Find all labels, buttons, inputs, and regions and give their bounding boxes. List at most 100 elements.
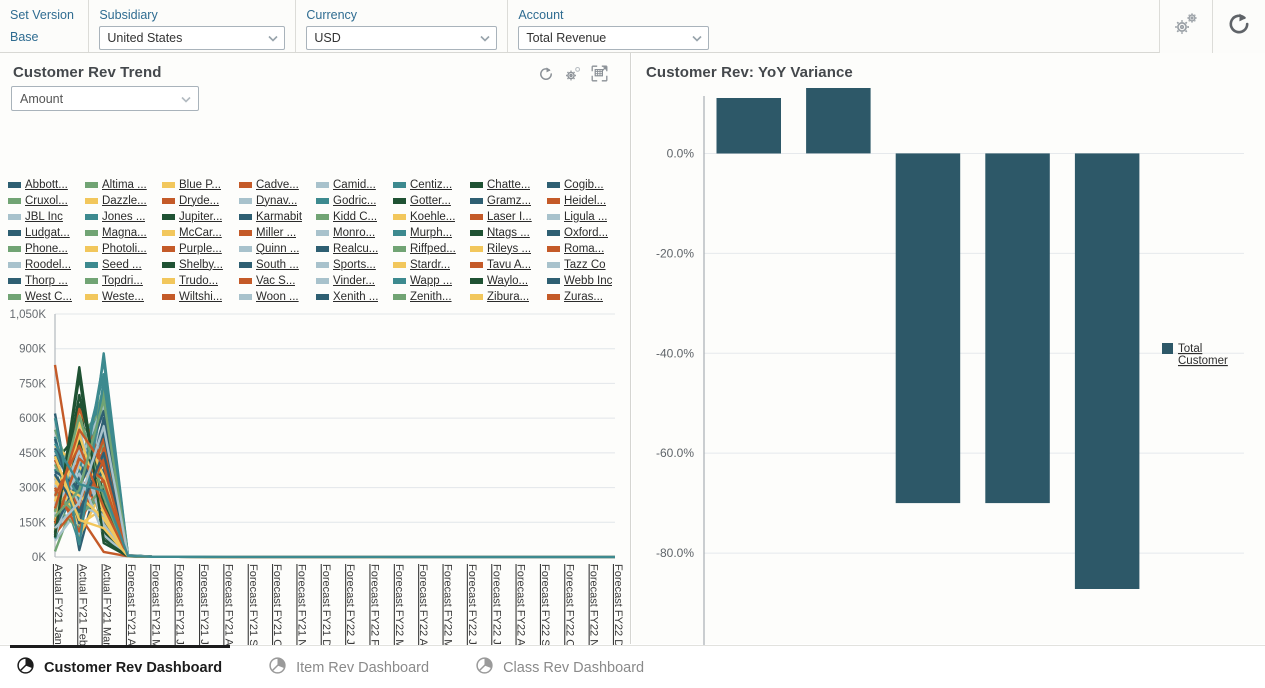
- legend-item[interactable]: Karmabit: [239, 209, 316, 224]
- legend-item[interactable]: Gotter...: [393, 193, 470, 208]
- legend-item[interactable]: Dryde...: [162, 193, 239, 208]
- legend-item[interactable]: Roodel...: [8, 257, 85, 272]
- legend-item[interactable]: Topdri...: [85, 273, 162, 288]
- x-axis-tick-label[interactable]: Forecast FY21 Oct: [271, 564, 283, 656]
- legend-item[interactable]: Dazzle...: [85, 193, 162, 208]
- legend-item[interactable]: Sports...: [316, 257, 393, 272]
- legend-label: Wapp ...: [410, 274, 453, 287]
- right-panel-title: Customer Rev: YoY Variance: [646, 64, 853, 81]
- legend-item[interactable]: Godric...: [316, 193, 393, 208]
- legend-item[interactable]: Oxford...: [547, 225, 624, 240]
- bar[interactable]: [895, 153, 961, 504]
- account-select[interactable]: Total Revenue: [518, 26, 710, 50]
- legend-item[interactable]: Monro...: [316, 225, 393, 240]
- legend-item[interactable]: Roma...: [547, 241, 624, 256]
- legend-item[interactable]: Thorp ...: [8, 273, 85, 288]
- tab-item-rev-dashboard[interactable]: Item Rev Dashboard: [262, 646, 451, 688]
- legend-item[interactable]: Trudo...: [162, 273, 239, 288]
- legend-item[interactable]: Cruxol...: [8, 193, 85, 208]
- tab-class-rev-dashboard[interactable]: Class Rev Dashboard: [469, 646, 666, 688]
- legend-item[interactable]: Kidd C...: [316, 209, 393, 224]
- legend-item[interactable]: Vinder...: [316, 273, 393, 288]
- legend-item[interactable]: Tazz Co: [547, 257, 624, 272]
- refresh-button[interactable]: [1212, 0, 1265, 53]
- x-axis-tick-label[interactable]: Forecast FY21 Jul: [198, 564, 210, 653]
- legend-item[interactable]: Magna...: [85, 225, 162, 240]
- legend-item[interactable]: Miller ...: [239, 225, 316, 240]
- legend-swatch: [547, 229, 560, 236]
- measure-select[interactable]: Amount: [11, 86, 199, 111]
- legend-item[interactable]: Webb Inc: [547, 273, 624, 288]
- dashboard-tab-bar: Customer Rev Dashboard Item Rev Dashboard…: [0, 645, 1265, 688]
- legend-item[interactable]: Wapp ...: [393, 273, 470, 288]
- legend-item[interactable]: Ligula ...: [547, 209, 624, 224]
- currency-select[interactable]: USD: [306, 26, 498, 50]
- x-axis-tick-label[interactable]: Forecast FY22 Jul: [490, 564, 502, 653]
- gear-icon[interactable]: [564, 66, 581, 87]
- x-axis-tick-label[interactable]: Forecast FY21 Apr: [125, 564, 137, 656]
- legend-item[interactable]: Riffped...: [393, 241, 470, 256]
- legend-item[interactable]: Quinn ...: [239, 241, 316, 256]
- legend-item[interactable]: Ludgat...: [8, 225, 85, 240]
- legend-item[interactable]: Cogib...: [547, 177, 624, 192]
- bar[interactable]: [716, 98, 782, 154]
- legend-label: Realcu...: [333, 242, 379, 255]
- x-axis-tick-label[interactable]: Forecast FY22 Oct: [563, 564, 575, 656]
- refresh-icon: [1226, 11, 1252, 42]
- legend-item[interactable]: JBL Inc: [8, 209, 85, 224]
- legend-item[interactable]: McCar...: [162, 225, 239, 240]
- x-axis-tick-label[interactable]: Forecast FY22 Apr: [417, 564, 429, 656]
- legend-item[interactable]: Realcu...: [316, 241, 393, 256]
- legend-item[interactable]: Centiz...: [393, 177, 470, 192]
- legend-item[interactable]: Rileys ...: [470, 241, 547, 256]
- x-axis-tick-label[interactable]: Forecast FY22 Jan: [344, 564, 356, 657]
- x-axis-tick-label[interactable]: Actual FY21 Jan: [52, 564, 64, 645]
- trend-line: [53, 409, 615, 559]
- legend-item[interactable]: Heidel...: [547, 193, 624, 208]
- bar[interactable]: [1074, 153, 1140, 589]
- bar[interactable]: [985, 153, 1050, 504]
- x-axis-tick-label[interactable]: Forecast FY21 Jun: [174, 564, 186, 657]
- legend-item[interactable]: Gramz...: [470, 193, 547, 208]
- legend-item[interactable]: Tavu A...: [470, 257, 547, 272]
- trend-line: [54, 444, 615, 559]
- settings-gears-button[interactable]: [1159, 0, 1212, 53]
- legend-swatch: [470, 181, 483, 188]
- legend-item[interactable]: Murph...: [393, 225, 470, 240]
- refresh-icon[interactable]: [538, 66, 554, 87]
- bar[interactable]: [806, 88, 871, 154]
- legend-item[interactable]: Photoli...: [85, 241, 162, 256]
- legend-item[interactable]: Stardr...: [393, 257, 470, 272]
- legend-swatch: [316, 293, 329, 300]
- legend-label[interactable]: Total: [1178, 343, 1202, 355]
- legend-item[interactable]: South ...: [239, 257, 316, 272]
- x-axis-tick-label[interactable]: Actual FY21 Mar: [101, 564, 113, 646]
- legend-item[interactable]: Chatte...: [470, 177, 547, 192]
- legend-item[interactable]: Cadve...: [239, 177, 316, 192]
- legend-item[interactable]: Shelby...: [162, 257, 239, 272]
- legend-item[interactable]: Phone...: [8, 241, 85, 256]
- legend-item[interactable]: Vac S...: [239, 273, 316, 288]
- legend-item[interactable]: Altima ...: [85, 177, 162, 192]
- tab-customer-rev-dashboard[interactable]: Customer Rev Dashboard: [10, 645, 244, 688]
- y-axis-tick-label: 900K: [19, 344, 46, 356]
- legend-item[interactable]: Ntags ...: [470, 225, 547, 240]
- legend-label[interactable]: Customer: [1178, 355, 1228, 367]
- x-axis-tick-label[interactable]: Forecast FY22 Jun: [466, 564, 478, 657]
- subsidiary-select[interactable]: United States: [99, 26, 286, 50]
- legend-item[interactable]: Purple...: [162, 241, 239, 256]
- legend-item[interactable]: Koehle...: [393, 209, 470, 224]
- expand-table-icon[interactable]: [591, 65, 608, 87]
- legend-item[interactable]: Waylo...: [470, 273, 547, 288]
- legend-item[interactable]: Dynav...: [239, 193, 316, 208]
- legend-item[interactable]: Jupiter...: [162, 209, 239, 224]
- trend-line: [54, 398, 615, 559]
- trend-line: [54, 430, 615, 559]
- legend-item[interactable]: Camid...: [316, 177, 393, 192]
- legend-item[interactable]: Seed ...: [85, 257, 162, 272]
- legend-item[interactable]: Abbott...: [8, 177, 85, 192]
- x-axis-tick-label[interactable]: Actual FY21 Feb: [76, 564, 88, 646]
- legend-item[interactable]: Laser I...: [470, 209, 547, 224]
- legend-item[interactable]: Jones ...: [85, 209, 162, 224]
- legend-item[interactable]: Blue P...: [162, 177, 239, 192]
